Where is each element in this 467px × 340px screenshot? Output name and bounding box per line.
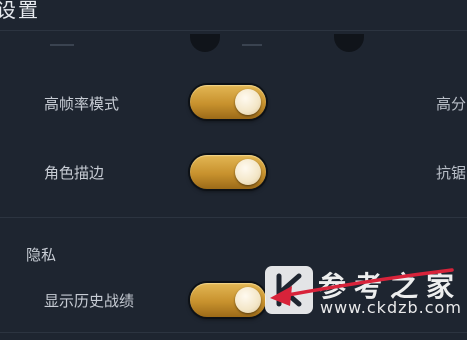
arrow-icon (270, 268, 454, 306)
